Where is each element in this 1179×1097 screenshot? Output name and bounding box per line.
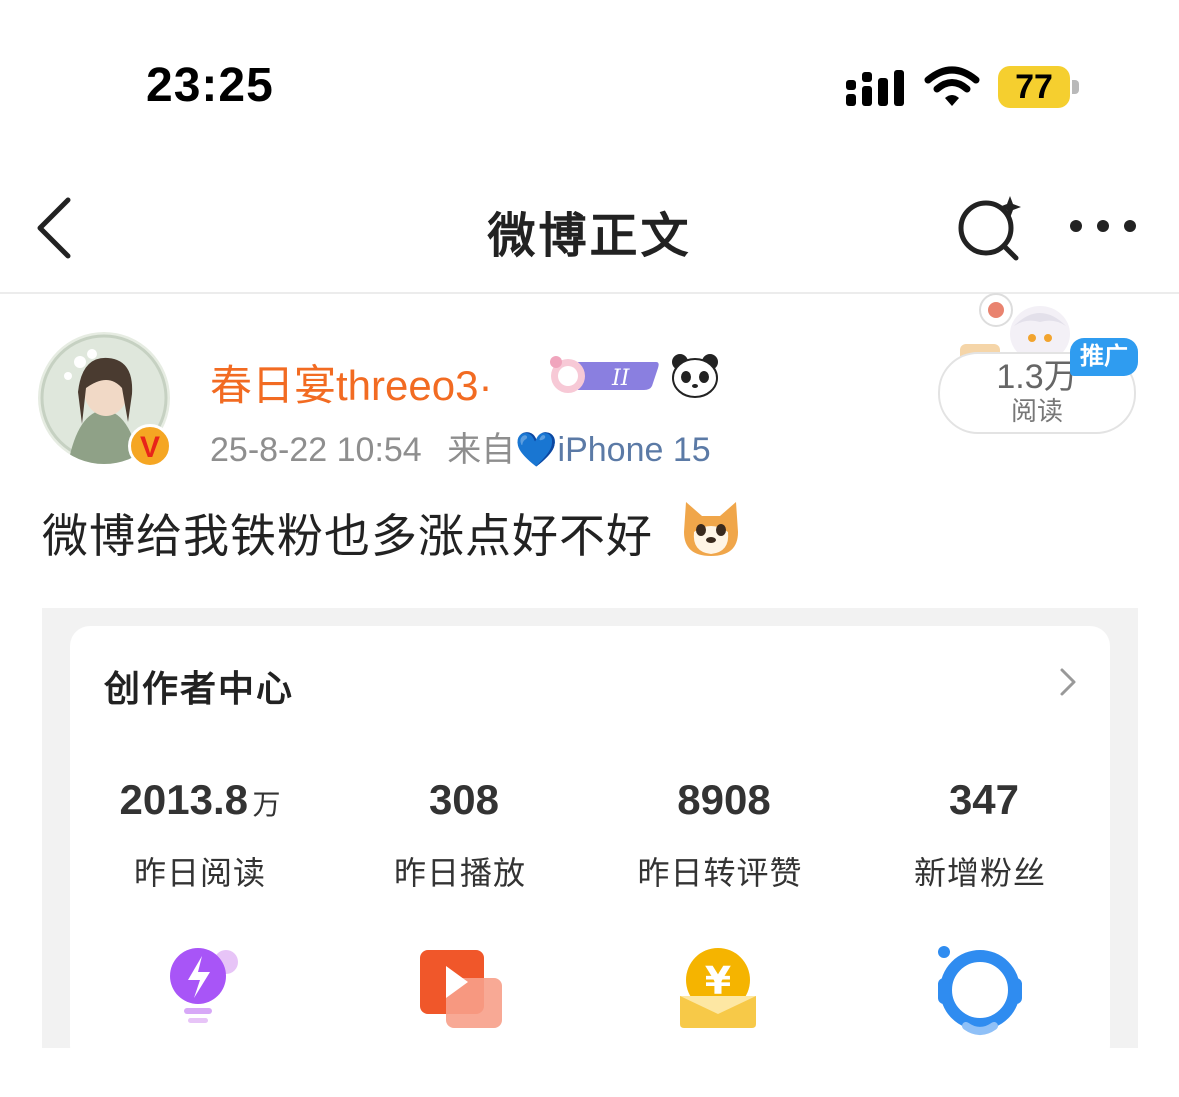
- stat-engagement[interactable]: 8908: [594, 776, 854, 824]
- lightbulb-icon[interactable]: [150, 940, 250, 1040]
- battery-tail: [1072, 80, 1079, 94]
- heart-icon: 💙: [515, 431, 558, 469]
- more-options-icon[interactable]: [1068, 212, 1138, 240]
- rank-badge-icon: II: [550, 356, 659, 393]
- post-text: 微博给我铁粉也多涨点好不好: [42, 510, 653, 562]
- stat-label: 昨日播放: [393, 855, 526, 891]
- status-time: 23:25: [146, 59, 274, 112]
- stat-value: 308: [428, 776, 500, 823]
- cellular-signal-icon: [846, 70, 904, 106]
- verified-badge-icon: V: [128, 424, 172, 468]
- dog-emoji-icon: [684, 502, 738, 556]
- panda-icon: [672, 354, 718, 398]
- battery-indicator: 77: [998, 66, 1070, 108]
- post-device[interactable]: iPhone 15: [558, 431, 711, 469]
- video-play-icon[interactable]: [410, 940, 510, 1040]
- source-prefix: 来自: [447, 431, 516, 469]
- yuan-coin-icon[interactable]: ¥: [670, 940, 770, 1040]
- svg-text:II: II: [611, 366, 631, 391]
- stat-label: 昨日转评赞: [637, 855, 803, 891]
- stat-reads[interactable]: 2013.8 万: [70, 776, 330, 824]
- stat-value: 347: [948, 776, 1020, 823]
- stat-plays[interactable]: 308: [334, 776, 594, 824]
- stat-label: 新增粉丝: [913, 855, 1046, 891]
- chevron-right-icon[interactable]: [1056, 666, 1080, 698]
- ai-search-icon[interactable]: [954, 194, 1026, 262]
- creator-center-title[interactable]: 创作者中心: [104, 660, 294, 712]
- username[interactable]: 春日宴threeo3·: [210, 352, 492, 413]
- read-label: 阅读: [1010, 396, 1063, 426]
- post-time: 25-8-22 10:54: [210, 431, 422, 469]
- headset-service-icon[interactable]: [930, 940, 1030, 1040]
- stat-unit: 万: [252, 789, 281, 820]
- stat-new-fans[interactable]: 347: [854, 776, 1114, 824]
- promote-tag[interactable]: 推广: [1070, 338, 1138, 376]
- stat-value: 2013.8: [119, 776, 248, 823]
- post-meta: 25-8-22 10:54 来自💙iPhone 15: [210, 422, 711, 471]
- stat-label: 昨日阅读: [133, 855, 266, 891]
- stat-value: 8908: [677, 776, 771, 823]
- wifi-icon: [924, 66, 980, 106]
